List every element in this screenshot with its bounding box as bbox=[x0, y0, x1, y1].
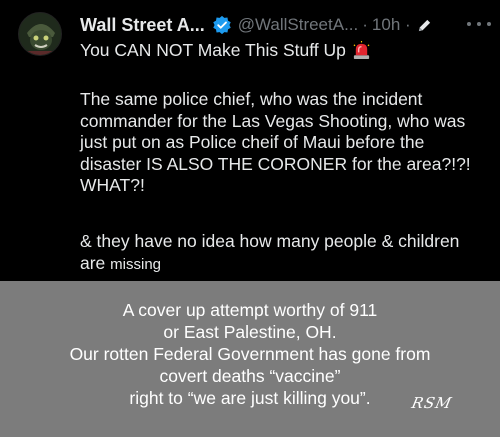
user-handle[interactable]: @WallStreetA... bbox=[238, 15, 359, 35]
tweet-paragraph-3: are missing bbox=[80, 253, 161, 274]
avatar-image bbox=[19, 13, 61, 55]
tweet-first-line-text: You CAN NOT Make This Stuff Up bbox=[80, 40, 346, 60]
caption-text: A cover up attempt worthy of 911 or East… bbox=[69, 300, 431, 408]
caption-panel: A cover up attempt worthy of 911 or East… bbox=[0, 281, 500, 437]
tweet-header: Wall Street A... @WallStreetA... · 10h · bbox=[80, 13, 432, 37]
tweet-card: Wall Street A... @WallStreetA... · 10h ·… bbox=[0, 0, 500, 281]
siren-emoji-icon bbox=[353, 41, 370, 60]
tweet-paragraph-1: The same police chief, who was the incid… bbox=[80, 89, 471, 195]
edited-pencil-icon[interactable] bbox=[417, 18, 432, 33]
tweet-paragraph-2: & they have no idea how many people & ch… bbox=[80, 231, 460, 251]
tweet-paragraph-3-start: are bbox=[80, 253, 111, 273]
more-dot bbox=[477, 22, 481, 26]
header-separator: · bbox=[362, 15, 368, 34]
avatar[interactable] bbox=[18, 12, 62, 56]
post-time[interactable]: 10h · bbox=[372, 15, 411, 35]
more-options-icon[interactable] bbox=[467, 14, 491, 34]
more-dot bbox=[467, 22, 471, 26]
tweet-paragraph-3-end: missing bbox=[110, 256, 162, 273]
verified-badge-icon bbox=[212, 15, 231, 35]
more-dot bbox=[487, 22, 491, 26]
display-name[interactable]: Wall Street A... bbox=[80, 15, 205, 36]
tweet-first-line: You CAN NOT Make This Stuff Up bbox=[80, 40, 371, 61]
signature: RSM bbox=[410, 394, 454, 412]
